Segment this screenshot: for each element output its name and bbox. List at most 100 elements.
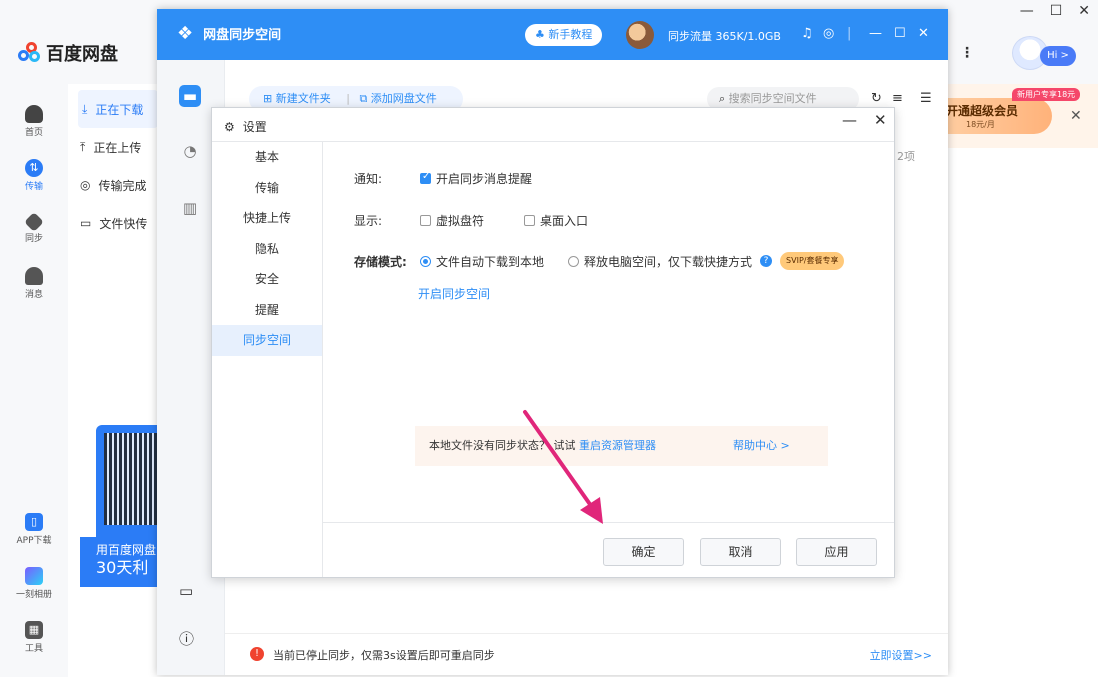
sync-warning-text: 当前已停止同步，仅需3s设置后即可重启同步 bbox=[273, 649, 495, 662]
help-icon[interactable]: ⓘ bbox=[179, 628, 194, 649]
nav-album[interactable]: 一刻相册 bbox=[0, 556, 68, 610]
maximize-icon[interactable]: ☐ bbox=[894, 26, 906, 41]
promo-card[interactable]: 用百度网盘 30天利 bbox=[80, 425, 158, 587]
sync-logo-icon: ❖ bbox=[177, 23, 194, 44]
help-center-link[interactable]: 帮助中心 > bbox=[733, 426, 790, 466]
main-sidebar: 首页 ⇅ 传输 同步 消息 ▯ APP下载 一刻相册 ▦ 工具 bbox=[0, 84, 68, 677]
warning-icon: ! bbox=[250, 647, 264, 661]
trash-icon[interactable]: ▥ bbox=[179, 197, 201, 219]
settings-icon[interactable]: ◎ bbox=[823, 26, 834, 41]
list-item-downloading[interactable]: ⤓ 正在下载 bbox=[78, 90, 158, 128]
notify-row: 通知: 开启同步消息提醒 bbox=[354, 170, 572, 187]
checkbox-checked-icon bbox=[420, 171, 431, 184]
promo-line1: 用百度网盘 bbox=[96, 543, 157, 557]
ok-button[interactable]: 确定 bbox=[603, 538, 684, 566]
sync-icon bbox=[24, 211, 44, 232]
desktop-entry-checkbox[interactable]: 桌面入口 bbox=[524, 212, 588, 229]
main-window-controls: — ☐ ✕ bbox=[1020, 3, 1090, 19]
bulb-icon: ♣ bbox=[535, 28, 549, 41]
cloud-icon bbox=[25, 104, 43, 123]
nav-home[interactable]: 首页 bbox=[0, 94, 68, 148]
close-icon[interactable]: ✕ bbox=[1078, 3, 1090, 19]
transfer-icon: ⇅ bbox=[25, 158, 43, 177]
apply-button[interactable]: 应用 bbox=[796, 538, 877, 566]
nav-transfer[interactable]: ⇅ 传输 bbox=[0, 148, 68, 202]
nav-bottom: ▯ APP下载 一刻相册 ▦ 工具 bbox=[0, 502, 68, 664]
sync-status-bar: ! 当前已停止同步，仅需3s设置后即可重启同步 立即设置>> bbox=[225, 633, 948, 675]
app-name: 百度网盘 bbox=[46, 44, 118, 65]
cancel-button[interactable]: 取消 bbox=[700, 538, 781, 566]
baidu-netdisk-logo-icon bbox=[18, 42, 40, 64]
clock-icon[interactable]: ◔ bbox=[179, 140, 201, 162]
tutorial-button[interactable]: ♣ 新手教程 bbox=[525, 24, 603, 46]
nav-sync[interactable]: 同步 bbox=[0, 202, 68, 256]
settings-nav-privacy[interactable]: 隐私 bbox=[212, 234, 322, 265]
new-folder-button[interactable]: ⊞ 新建文件夹 bbox=[263, 92, 337, 105]
settings-nav-transfer[interactable]: 传输 bbox=[212, 173, 322, 204]
refresh-icon[interactable]: ↻ bbox=[871, 91, 882, 106]
album-icon bbox=[25, 566, 43, 585]
open-sync-space-link[interactable]: 开启同步空间 bbox=[418, 285, 490, 302]
settings-nav: 基本 传输 快捷上传 隐私 安全 提醒 同步空间 bbox=[212, 142, 323, 577]
free-space-radio[interactable]: 释放电脑空间，仅下载快捷方式 bbox=[568, 253, 752, 270]
minimize-icon[interactable]: — bbox=[869, 26, 882, 41]
close-icon[interactable]: ✕ bbox=[918, 26, 929, 41]
promo-line2: 30天利 bbox=[96, 558, 149, 577]
vip-title: 开通超级会员 bbox=[946, 104, 1019, 118]
minimize-icon[interactable]: — bbox=[1020, 3, 1034, 19]
notify-checkbox[interactable]: 开启同步消息提醒 bbox=[420, 170, 532, 187]
setup-now-link[interactable]: 立即设置>> bbox=[870, 647, 932, 663]
settings-nav-quick-upload[interactable]: 快捷上传 bbox=[212, 203, 322, 234]
settings-nav-sync-space[interactable]: 同步空间 bbox=[212, 325, 322, 356]
nav-tools[interactable]: ▦ 工具 bbox=[0, 610, 68, 664]
vip-close-icon[interactable]: ✕ bbox=[1070, 108, 1082, 124]
question-icon[interactable]: ? bbox=[760, 255, 773, 267]
transfer-list-panel: ⤓ 正在下载 ⤒ 正在上传 ◎ 传输完成 ▭ 文件快传 bbox=[68, 84, 158, 677]
list-item-completed[interactable]: ◎ 传输完成 bbox=[68, 166, 158, 204]
settings-footer: 确定 取消 应用 bbox=[323, 522, 894, 577]
auto-download-radio[interactable]: 文件自动下载到本地 bbox=[420, 253, 544, 270]
settings-nav-basic[interactable]: 基本 bbox=[212, 142, 322, 173]
user-avatar[interactable] bbox=[626, 21, 654, 49]
add-files-button[interactable]: ⧉ 添加网盘文件 bbox=[359, 92, 442, 105]
qr-code bbox=[104, 433, 158, 525]
app-logo[interactable]: 百度网盘 bbox=[18, 40, 118, 66]
settings-titlebar: ⚙ 设置 — ✕ bbox=[212, 108, 894, 142]
folder-icon[interactable]: ▬ bbox=[179, 85, 201, 107]
storage-label: 存储模式: bbox=[354, 254, 407, 269]
radio-selected-icon bbox=[420, 255, 431, 267]
hi-button[interactable]: Hi > bbox=[1040, 46, 1076, 66]
download-icon: ⤓ bbox=[82, 101, 88, 116]
checkbox-icon bbox=[420, 215, 431, 226]
headset-icon[interactable]: ♫ bbox=[801, 26, 813, 41]
list-view-icon[interactable]: ☰ bbox=[920, 91, 932, 106]
close-icon[interactable]: ✕ bbox=[874, 111, 887, 129]
restart-explorer-link[interactable]: 重启资源管理器 bbox=[579, 439, 656, 452]
nav-message[interactable]: 消息 bbox=[0, 256, 68, 310]
settings-dialog: ⚙ 设置 — ✕ 基本 传输 快捷上传 隐私 安全 提醒 同步空间 通知: 开启… bbox=[211, 107, 895, 578]
more-icon[interactable]: ⋮ bbox=[960, 45, 974, 61]
item-count: 2项 bbox=[897, 150, 915, 163]
sync-title: 网盘同步空间 bbox=[203, 28, 282, 43]
checkbox-icon bbox=[524, 215, 536, 226]
message-icon bbox=[25, 266, 43, 285]
gear-icon: ⚙ bbox=[224, 119, 235, 134]
nav-app-download[interactable]: ▯ APP下载 bbox=[0, 502, 68, 556]
maximize-icon[interactable]: ☐ bbox=[1050, 3, 1063, 19]
vip-price: 18元/月 bbox=[966, 120, 995, 129]
list-item-uploading[interactable]: ⤒ 正在上传 bbox=[68, 128, 158, 166]
folder-outline-icon[interactable]: ▭ bbox=[179, 582, 193, 600]
radio-icon bbox=[568, 255, 580, 267]
list-item-quick-transfer[interactable]: ▭ 文件快传 bbox=[68, 204, 158, 242]
vip-tag: 新用户专享18元 bbox=[1012, 88, 1081, 101]
phone-icon: ▯ bbox=[25, 512, 43, 531]
check-circle-icon: ◎ bbox=[80, 178, 91, 192]
settings-nav-security[interactable]: 安全 bbox=[212, 264, 322, 295]
minimize-icon[interactable]: — bbox=[842, 111, 857, 129]
sync-titlebar: ❖ 网盘同步空间 ♣ 新手教程 同步流量 365K/1.0GB ♫ ◎ | — … bbox=[157, 9, 948, 60]
sort-icon[interactable]: ≡ bbox=[892, 91, 903, 106]
settings-nav-reminder[interactable]: 提醒 bbox=[212, 295, 322, 326]
virtual-drive-checkbox[interactable]: 虚拟盘符 bbox=[420, 212, 484, 229]
sync-brand: ❖ 网盘同步空间 bbox=[177, 23, 281, 44]
assistant-avatar[interactable]: Hi > bbox=[1012, 36, 1076, 72]
